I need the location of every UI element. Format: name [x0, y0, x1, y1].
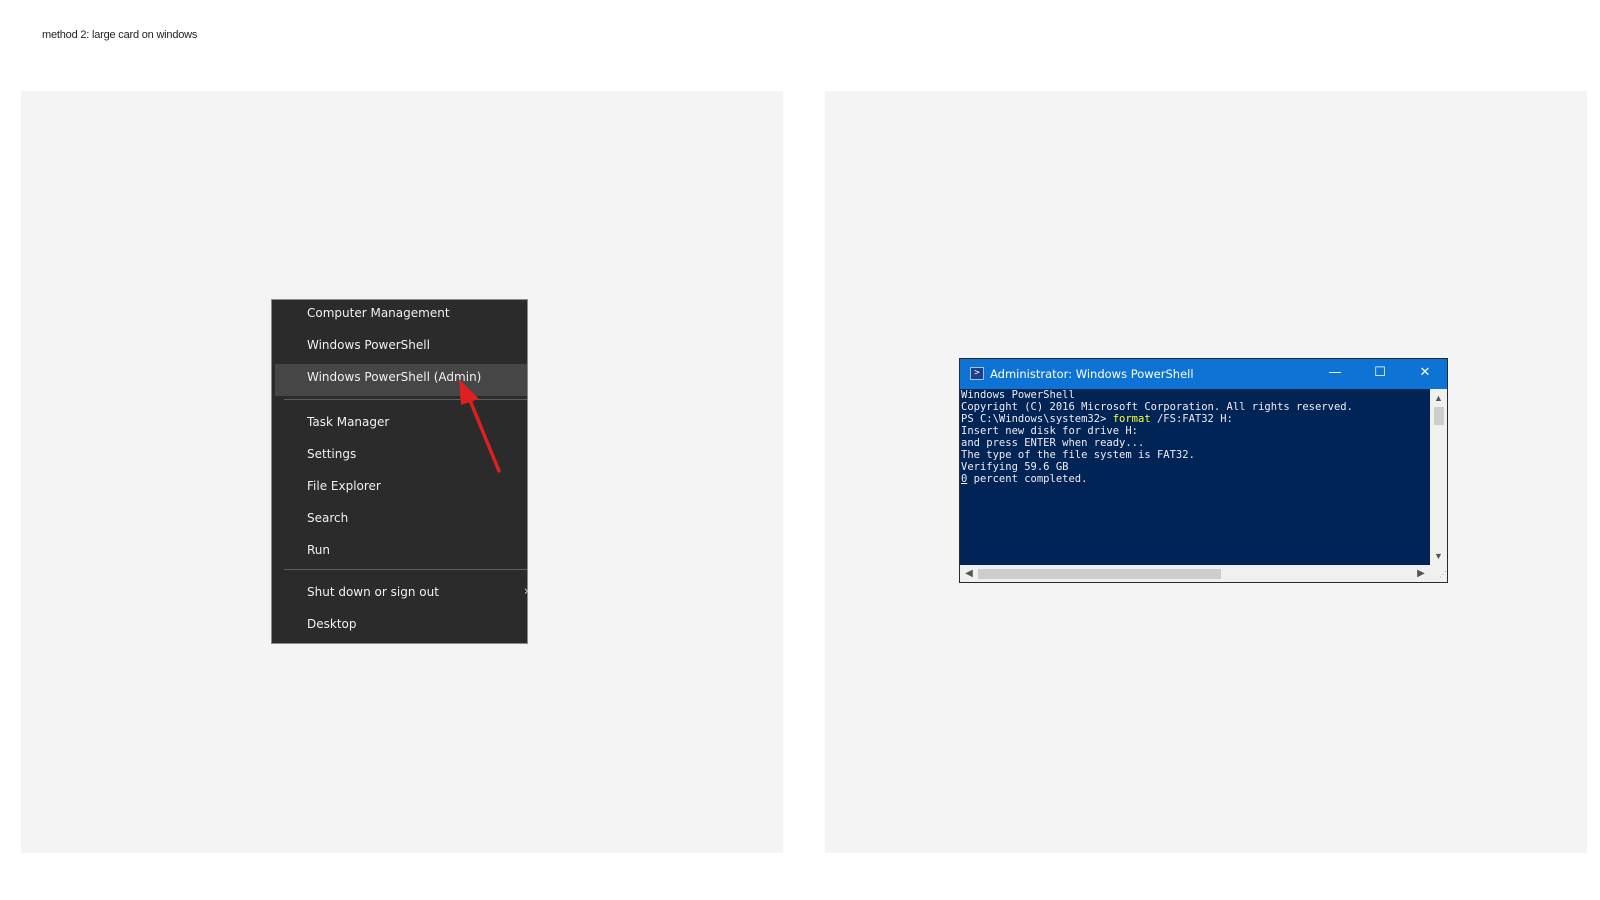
maximize-button[interactable]: ☐: [1358, 359, 1402, 389]
window-title: Administrator: Windows PowerShell: [990, 367, 1194, 381]
menu-item-computer-management[interactable]: Computer Management: [272, 300, 527, 332]
console-output[interactable]: Windows PowerShell Copyright (C) 2016 Mic…: [960, 389, 1430, 565]
console-command-line: PS C:\Windows\system32> format /FS:FAT32…: [961, 413, 1430, 425]
window-titlebar[interactable]: > Administrator: Windows PowerShell — ☐ …: [960, 359, 1447, 389]
menu-item-run[interactable]: Run: [272, 537, 527, 569]
scroll-right-icon[interactable]: ▶: [1414, 565, 1428, 582]
console-percent-text: percent completed.: [967, 473, 1088, 485]
console-command: format: [1112, 413, 1151, 425]
menu-item-label: Desktop: [307, 617, 357, 631]
menu-item-search[interactable]: Search: [272, 505, 527, 537]
menu-item-label: Search: [307, 511, 349, 525]
scroll-down-icon[interactable]: ▼: [1430, 549, 1447, 563]
menu-item-file-explorer[interactable]: File Explorer: [272, 473, 527, 505]
scrollbar-thumb[interactable]: [1434, 407, 1444, 425]
menu-item-settings[interactable]: Settings: [272, 441, 527, 473]
console-line: and press ENTER when ready...: [961, 437, 1145, 449]
console-line: The type of the file system is FAT32.: [961, 449, 1195, 461]
scroll-left-icon[interactable]: ◀: [962, 565, 976, 582]
page-title: method 2: large card on windows: [42, 29, 198, 41]
menu-item-label: Shut down or sign out: [307, 585, 439, 599]
chevron-right-icon: ›: [523, 584, 529, 599]
menu-separator: [284, 399, 527, 400]
minimize-button[interactable]: —: [1313, 359, 1357, 389]
menu-item-label: Computer Management: [307, 306, 450, 320]
menu-item-label: Task Manager: [307, 415, 390, 429]
menu-item-label: Windows PowerShell (Admin): [307, 370, 482, 384]
left-card: Computer Management Windows PowerShell W…: [21, 91, 783, 853]
menu-item-desktop[interactable]: Desktop: [272, 611, 527, 643]
console-line: Copyright (C) 2016 Microsoft Corporation…: [961, 401, 1353, 413]
right-card: > Administrator: Windows PowerShell — ☐ …: [825, 91, 1587, 853]
scrollbar-thumb[interactable]: [978, 569, 1221, 579]
console-progress-line: 0 percent completed.: [961, 473, 1430, 485]
resize-grip-icon[interactable]: ⋰: [1430, 565, 1447, 582]
menu-item-windows-powershell-admin[interactable]: Windows PowerShell (Admin): [275, 364, 527, 396]
powershell-icon: >: [970, 367, 984, 380]
menu-item-label: Settings: [307, 447, 357, 461]
console-line: Windows PowerShell: [961, 389, 1075, 401]
console-line: Insert new disk for drive H:: [961, 425, 1139, 437]
vertical-scrollbar[interactable]: ▲ ▼: [1430, 389, 1447, 565]
menu-item-shut-down[interactable]: Shut down or sign out ›: [272, 579, 529, 611]
menu-item-task-manager[interactable]: Task Manager: [272, 409, 527, 441]
console-prompt: PS C:\Windows\system32>: [961, 413, 1113, 425]
menu-item-label: Run: [307, 543, 331, 557]
horizontal-scrollbar[interactable]: ◀ ▶: [960, 565, 1430, 582]
console-line: Verifying 59.6 GB: [961, 461, 1069, 473]
scroll-up-icon[interactable]: ▲: [1430, 391, 1447, 405]
menu-item-label: File Explorer: [307, 479, 381, 493]
powershell-window[interactable]: > Administrator: Windows PowerShell — ☐ …: [959, 358, 1448, 583]
menu-separator: [284, 569, 527, 570]
winx-context-menu: Computer Management Windows PowerShell W…: [271, 299, 529, 644]
menu-item-label: Windows PowerShell: [307, 338, 430, 352]
console-args: /FS:FAT32 H:: [1150, 413, 1233, 425]
close-button[interactable]: ✕: [1403, 359, 1447, 389]
menu-item-windows-powershell[interactable]: Windows PowerShell: [272, 332, 527, 364]
